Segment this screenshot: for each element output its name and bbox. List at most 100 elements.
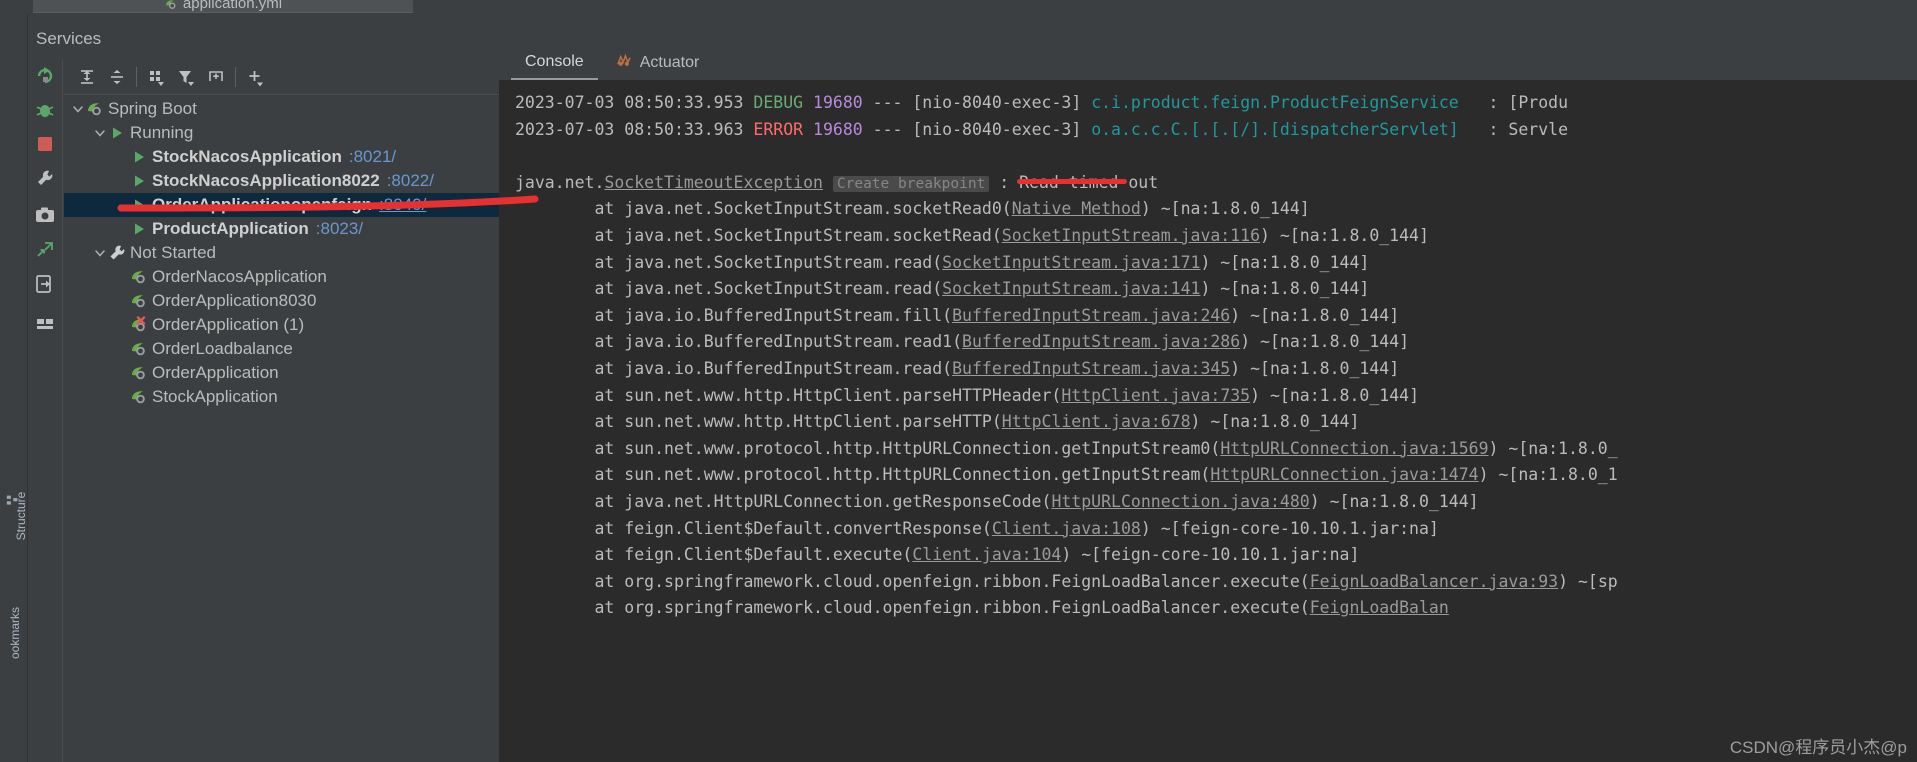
wrench-icon (108, 244, 126, 262)
spring-leaf-icon (130, 388, 148, 406)
tree-row-port-link[interactable]: :8022/ (387, 171, 434, 191)
log-level: DEBUG (753, 93, 804, 112)
console-stack-frame: at sun.net.www.http.HttpClient.parseHTTP… (499, 383, 1917, 410)
services-tree[interactable]: Spring Boot Running StockNacosApplication:… (64, 94, 499, 762)
stack-frame-method: at org.springframework.cloud.openfeign.r… (515, 598, 1310, 618)
spring-leaf-error-icon (130, 316, 148, 334)
stack-frame-jar: ) ~[feign-core-10.10.1.jar:na] (1061, 545, 1360, 565)
log-logger: o.a.c.c.C.[.[.[/].[dispatcherServlet] (1091, 119, 1459, 139)
stack-frame-method: at feign.Client$Default.convertResponse( (515, 518, 992, 538)
tab-console-label: Console (525, 53, 584, 70)
stack-frame-source-link[interactable]: FeignLoadBalan (1310, 598, 1449, 617)
tree-row-port-link[interactable]: :8023/ (316, 219, 363, 239)
chevron-down-icon[interactable] (92, 125, 108, 141)
tree-row[interactable]: Running (64, 121, 499, 145)
stack-frame-source-link[interactable]: SocketInputStream.java:141 (942, 279, 1200, 298)
chevron-down-icon[interactable] (92, 245, 108, 261)
stack-frame-method: at java.net.SocketInputStream.socketRead… (515, 199, 1012, 219)
stack-frame-source-link[interactable]: SocketInputStream.java:116 (1002, 226, 1260, 245)
tree-row[interactable]: OrderApplication (1) (64, 313, 499, 337)
stack-frame-source-link[interactable]: SocketInputStream.java:171 (942, 253, 1200, 272)
settings-wrench-icon[interactable] (33, 166, 57, 190)
tab-console[interactable]: Console (511, 46, 598, 80)
tree-row-label: Running (130, 123, 194, 142)
stack-frame-source-link[interactable]: FeignLoadBalancer.java:93 (1310, 572, 1558, 591)
tree-row[interactable]: OrderApplication8030 (64, 289, 499, 313)
stack-frame-source-link[interactable]: HttpURLConnection.java:1474 (1210, 465, 1478, 484)
tree-row[interactable]: StockNacosApplication8022:8022/ (64, 169, 499, 193)
create-breakpoint-button[interactable]: Create breakpoint (832, 175, 990, 192)
add-tab-icon[interactable] (201, 62, 231, 92)
console-stack-frame: at org.springframework.cloud.openfeign.r… (499, 595, 1917, 622)
console-stack-frame: at java.net.SocketInputStream.socketRead… (499, 196, 1917, 223)
structure-tool-label[interactable]: Structure (14, 471, 28, 561)
exception-type-link[interactable]: SocketTimeoutException (604, 173, 823, 192)
log-pid: 19680 (803, 119, 863, 139)
stack-frame-method: at sun.net.www.http.HttpClient.parseHTTP… (515, 412, 1002, 432)
tree-row[interactable]: OrderNacosApplication (64, 265, 499, 289)
console-output[interactable]: 2023-07-03 08:50:33.953 DEBUG 19680 --- … (499, 80, 1917, 762)
stack-frame-source-link[interactable]: Native Method (1012, 199, 1141, 218)
stack-frame-source-link[interactable]: HttpURLConnection.java:480 (1051, 492, 1309, 511)
editor-tab-application-yml[interactable]: application.yml (33, 0, 413, 13)
rerun-green-icon[interactable] (33, 64, 57, 88)
spring-leaf-icon (86, 100, 104, 118)
collapse-all-icon[interactable] (102, 62, 132, 92)
tree-row-label: ProductApplication (152, 219, 309, 238)
tree-row[interactable]: Spring Boot (64, 97, 499, 121)
console-stack-frame: at sun.net.www.protocol.http.HttpURLConn… (499, 462, 1917, 489)
log-colon: : (1458, 119, 1509, 139)
stack-frame-source-link[interactable]: Client.java:108 (992, 519, 1141, 538)
console-log-line: 2023-07-03 08:50:33.953 DEBUG 19680 --- … (499, 90, 1917, 117)
tree-row[interactable]: OrderLoadbalance (64, 337, 499, 361)
tree-row[interactable]: OrderApplicationopenfeign:8040/ (64, 193, 499, 217)
group-by-icon[interactable] (141, 62, 171, 92)
exit-arrow-icon[interactable] (33, 272, 57, 296)
stack-frame-source-link[interactable]: HttpURLConnection.java:1569 (1220, 439, 1488, 458)
expand-all-icon[interactable] (72, 62, 102, 92)
tree-row[interactable]: StockApplication (64, 385, 499, 409)
console-stack-frame: at sun.net.www.protocol.http.HttpURLConn… (499, 436, 1917, 463)
tree-row-port-link[interactable]: :8040/ (379, 195, 426, 215)
tree-row-port-link[interactable]: :8021/ (349, 147, 396, 167)
watermark: CSDN@程序员小杰@p (1729, 738, 1907, 757)
add-icon[interactable] (240, 62, 270, 92)
tree-row[interactable]: OrderApplication (64, 361, 499, 385)
stack-frame-source-link[interactable]: BufferedInputStream.java:345 (952, 359, 1230, 378)
layout-grid-icon[interactable] (33, 312, 57, 336)
tree-row[interactable]: Not Started (64, 241, 499, 265)
console-stack-frame: at org.springframework.cloud.openfeign.r… (499, 569, 1917, 596)
chevron-down-icon[interactable] (70, 101, 86, 117)
run-green-triangle-icon (130, 148, 148, 166)
export-thread-icon[interactable] (33, 238, 57, 262)
bookmarks-tool-label[interactable]: ookmarks (8, 588, 22, 678)
stack-frame-jar: ) ~[na:1.8.0_144] (1230, 358, 1400, 378)
toolbar-separator-2 (235, 67, 236, 87)
stack-frame-source-link[interactable]: BufferedInputStream.java:246 (952, 306, 1230, 325)
log-separator: --- (862, 93, 913, 112)
stack-frame-source-link[interactable]: BufferedInputStream.java:286 (962, 332, 1240, 351)
tab-actuator[interactable]: Actuator (602, 46, 714, 80)
stack-frame-source-link[interactable]: Client.java:104 (912, 545, 1061, 564)
stop-red-icon[interactable] (33, 132, 57, 156)
debug-bug-icon[interactable] (33, 98, 57, 122)
log-logger: c.i.product.feign.ProductFeignService (1091, 93, 1459, 112)
stack-frame-method: at org.springframework.cloud.openfeign.r… (515, 571, 1310, 591)
filter-icon[interactable] (171, 62, 201, 92)
stack-frame-source-link[interactable]: HttpClient.java:735 (1061, 386, 1250, 405)
stack-frame-method: at sun.net.www.http.HttpClient.parseHTTP… (515, 385, 1062, 405)
screenshot-camera-icon[interactable] (33, 203, 57, 227)
console-stack-frame: at java.net.SocketInputStream.read(Socke… (499, 276, 1917, 303)
console-stack-frame: at java.net.SocketInputStream.socketRead… (499, 223, 1917, 250)
stack-frame-method: at sun.net.www.protocol.http.HttpURLConn… (515, 465, 1211, 485)
console-stack-frame: at java.io.BufferedInputStream.fill(Buff… (499, 303, 1917, 330)
tree-row[interactable]: StockNacosApplication:8021/ (64, 145, 499, 169)
ide-window: application.yml Structure ookmarks Servi… (0, 0, 1917, 762)
console-stack-frame: at feign.Client$Default.execute(Client.j… (499, 542, 1917, 569)
tree-row[interactable]: ProductApplication :8023/ (64, 217, 499, 241)
stack-frame-source-link[interactable]: HttpClient.java:678 (1002, 412, 1191, 431)
